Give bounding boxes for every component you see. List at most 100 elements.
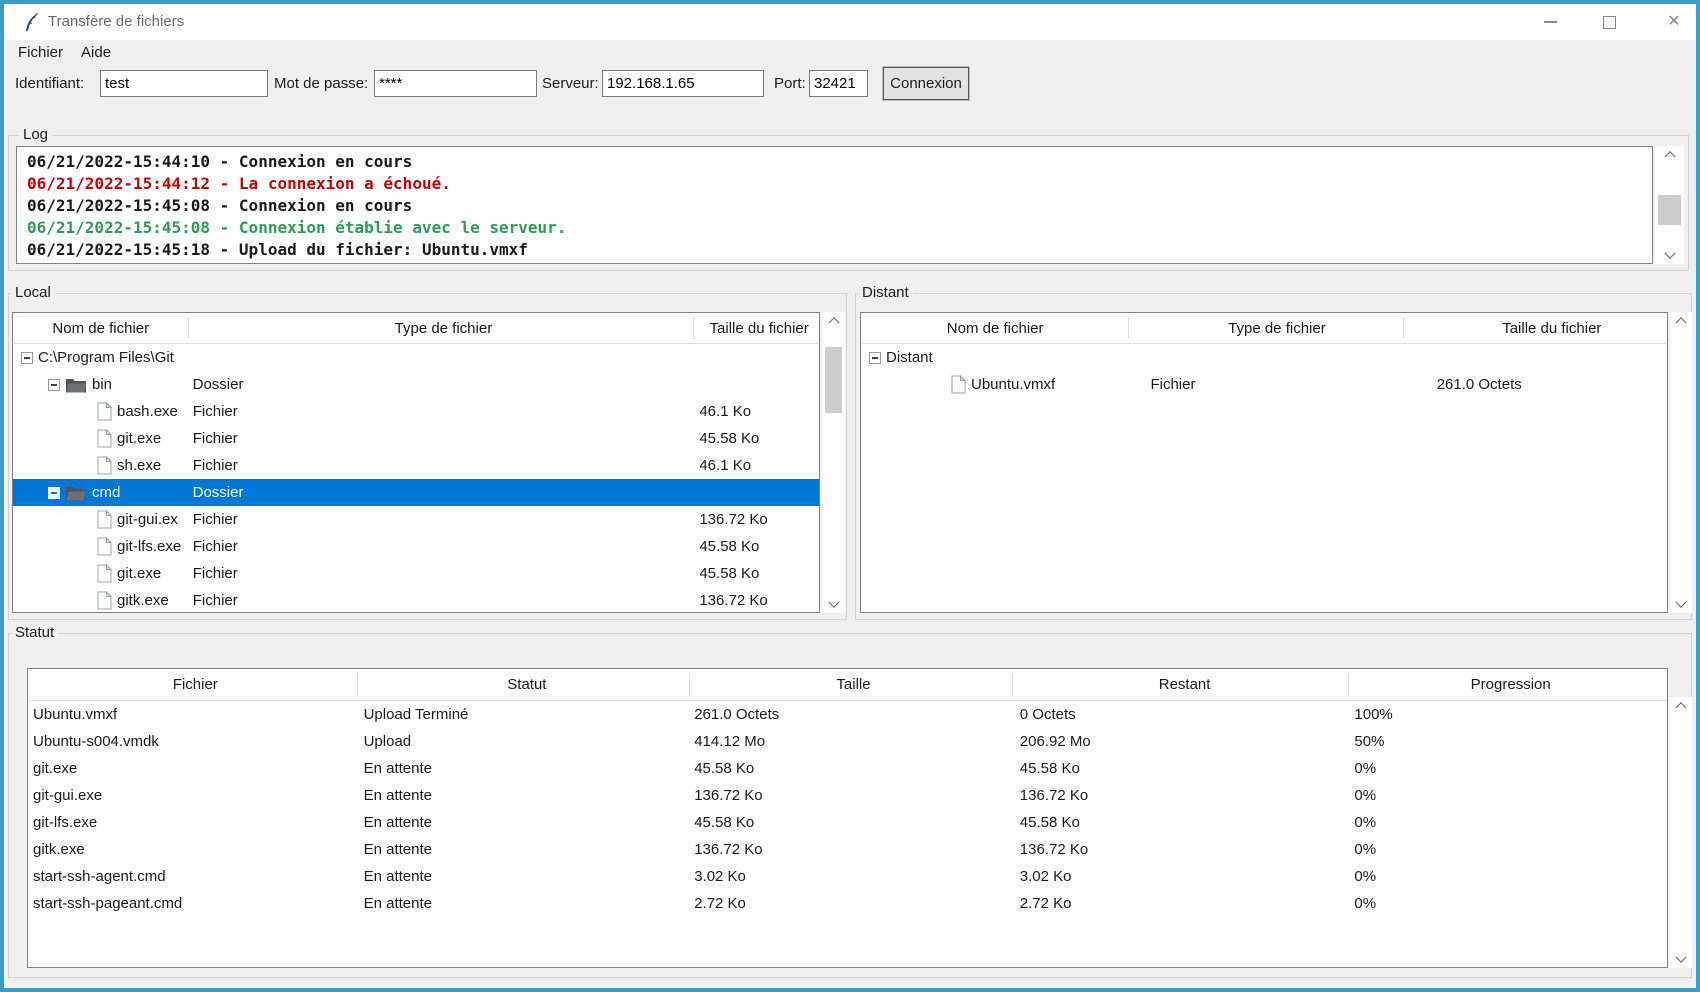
tree-cell-size bbox=[694, 479, 819, 506]
minimize-button[interactable] bbox=[1533, 7, 1567, 37]
menu-aide[interactable]: Aide bbox=[81, 44, 111, 61]
chevron-down-icon bbox=[1675, 952, 1686, 963]
tree-cell-size: 45.58 Ko bbox=[694, 533, 819, 560]
connexion-button[interactable]: Connexion bbox=[883, 67, 969, 100]
app-window: Transfère de fichiers ✕ Fichier Aide Ide… bbox=[0, 0, 1700, 992]
status-cell-size: 2.72 Ko bbox=[690, 890, 1013, 917]
status-cell-remaining: 0 Octets bbox=[1013, 701, 1350, 728]
scroll-down-arrow[interactable] bbox=[1655, 248, 1684, 264]
tree-row[interactable]: git-lfs.exeFichier45.58 Ko bbox=[13, 533, 819, 560]
column-header-restant[interactable]: Restant bbox=[1013, 669, 1350, 700]
status-cell-size: 414.12 Mo bbox=[690, 728, 1013, 755]
tree-cell-size: 45.58 Ko bbox=[694, 425, 819, 452]
menu-fichier[interactable]: Fichier bbox=[18, 44, 63, 61]
status-cell-status: En attente bbox=[358, 755, 691, 782]
column-header-taille[interactable]: Taille bbox=[690, 669, 1013, 700]
log-output[interactable]: 06/21/2022-15:44:10 - Connexion en cours… bbox=[16, 146, 1653, 264]
status-row[interactable]: git.exeEn attente45.58 Ko45.58 Ko0% bbox=[28, 755, 1667, 782]
chevron-down-icon bbox=[1664, 248, 1675, 259]
file-icon bbox=[97, 456, 112, 475]
column-header-name[interactable]: Nom de fichier bbox=[861, 313, 1129, 343]
status-row[interactable]: start-ssh-agent.cmdEn attente3.02 Ko3.02… bbox=[28, 863, 1667, 890]
tree-row[interactable]: C:\Program Files\Git bbox=[13, 344, 819, 371]
tree-row[interactable]: binDossier bbox=[13, 371, 819, 398]
close-icon: ✕ bbox=[1667, 14, 1680, 30]
log-line: 06/21/2022-15:45:08 - Connexion en cours bbox=[27, 195, 1652, 217]
status-cell-file: start-ssh-agent.cmd bbox=[28, 863, 358, 890]
status-scrollbar[interactable] bbox=[1669, 697, 1692, 968]
status-cell-progress: 0% bbox=[1349, 863, 1667, 890]
tree-row[interactable]: git.exeFichier45.58 Ko bbox=[13, 425, 819, 452]
scroll-up-arrow[interactable] bbox=[1655, 146, 1684, 162]
collapse-expander-icon[interactable] bbox=[48, 379, 60, 391]
tree-row[interactable]: Distant bbox=[861, 344, 1667, 371]
status-cell-status: En attente bbox=[358, 863, 691, 890]
server-input[interactable] bbox=[602, 70, 764, 97]
scroll-up-arrow[interactable] bbox=[1670, 312, 1692, 328]
scroll-up-arrow[interactable] bbox=[1669, 697, 1692, 713]
local-file-tree: Nom de fichier Type de fichier Taille du… bbox=[12, 312, 820, 613]
scrollbar-thumb[interactable] bbox=[1658, 195, 1681, 225]
status-table: Fichier Statut Taille Restant Progressio… bbox=[27, 668, 1668, 968]
local-scrollbar[interactable] bbox=[822, 312, 845, 613]
tree-row[interactable]: git.exeFichier45.58 Ko bbox=[13, 560, 819, 587]
collapse-expander-icon[interactable] bbox=[48, 487, 60, 499]
status-group-label: Statut bbox=[11, 624, 58, 642]
tree-cell-type: Dossier bbox=[189, 479, 695, 506]
scrollbar-thumb[interactable] bbox=[825, 347, 842, 413]
column-header-fichier[interactable]: Fichier bbox=[28, 669, 358, 700]
column-header-name[interactable]: Nom de fichier bbox=[13, 313, 189, 343]
tree-cell-size: 46.1 Ko bbox=[694, 398, 819, 425]
column-header-size[interactable]: Taille du fichier bbox=[1404, 313, 1667, 343]
column-header-statut[interactable]: Statut bbox=[358, 669, 691, 700]
status-row[interactable]: Ubuntu-s004.vmdkUpload414.12 Mo206.92 Mo… bbox=[28, 728, 1667, 755]
tree-row[interactable]: cmdDossier bbox=[13, 479, 819, 506]
collapse-expander-icon[interactable] bbox=[869, 352, 881, 364]
status-row[interactable]: start-ssh-pageant.cmdEn attente2.72 Ko2.… bbox=[28, 890, 1667, 917]
folder-icon bbox=[65, 376, 87, 393]
tree-cell-type: Fichier bbox=[189, 560, 695, 587]
status-row[interactable]: git-lfs.exeEn attente45.58 Ko45.58 Ko0% bbox=[28, 809, 1667, 836]
tree-row[interactable]: bash.exeFichier46.1 Ko bbox=[13, 398, 819, 425]
tree-row[interactable]: gitk.exeFichier136.72 Ko bbox=[13, 587, 819, 613]
local-tree-body: C:\Program Files\GitbinDossierbash.exeFi… bbox=[13, 344, 819, 613]
status-cell-status: Upload Terminé bbox=[358, 701, 691, 728]
menu-bar: Fichier Aide bbox=[4, 40, 1696, 64]
tree-row[interactable]: git-gui.exFichier136.72 Ko bbox=[13, 506, 819, 533]
status-row[interactable]: Ubuntu.vmxfUpload Terminé261.0 Octets0 O… bbox=[28, 701, 1667, 728]
status-cell-remaining: 206.92 Mo bbox=[1013, 728, 1350, 755]
column-header-progression[interactable]: Progression bbox=[1349, 669, 1667, 700]
status-cell-status: En attente bbox=[358, 782, 691, 809]
remote-scrollbar[interactable] bbox=[1670, 312, 1692, 613]
file-name-label: Distant bbox=[886, 349, 933, 366]
status-cell-progress: 50% bbox=[1349, 728, 1667, 755]
column-header-size[interactable]: Taille du fichier bbox=[694, 313, 819, 343]
maximize-button[interactable] bbox=[1592, 7, 1626, 37]
collapse-expander-icon[interactable] bbox=[21, 352, 33, 364]
scroll-down-arrow[interactable] bbox=[1669, 952, 1692, 968]
status-cell-file: gitk.exe bbox=[28, 836, 358, 863]
minimize-icon bbox=[1544, 21, 1557, 23]
scroll-down-arrow[interactable] bbox=[1670, 597, 1692, 613]
remote-tree-body: Distant Ubuntu.vmxfFichier261.0 Octets bbox=[861, 344, 1667, 398]
scroll-up-arrow[interactable] bbox=[822, 312, 845, 328]
column-header-type[interactable]: Type de fichier bbox=[1129, 313, 1403, 343]
close-button[interactable]: ✕ bbox=[1657, 7, 1691, 37]
column-header-type[interactable]: Type de fichier bbox=[189, 313, 695, 343]
file-icon bbox=[97, 591, 112, 610]
status-table-body: Ubuntu.vmxfUpload Terminé261.0 Octets0 O… bbox=[28, 701, 1667, 917]
log-scrollbar[interactable] bbox=[1655, 146, 1684, 264]
tree-cell-size bbox=[694, 371, 819, 398]
port-input[interactable] bbox=[809, 70, 868, 97]
identifiant-input[interactable] bbox=[100, 70, 268, 97]
status-row[interactable]: git-gui.exeEn attente136.72 Ko136.72 Ko0… bbox=[28, 782, 1667, 809]
log-line: 06/21/2022-15:45:18 - Upload du fichier:… bbox=[27, 239, 1652, 261]
scroll-down-arrow[interactable] bbox=[822, 597, 845, 613]
password-input[interactable] bbox=[374, 70, 537, 97]
status-cell-remaining: 45.58 Ko bbox=[1013, 809, 1350, 836]
status-row[interactable]: gitk.exeEn attente136.72 Ko136.72 Ko0% bbox=[28, 836, 1667, 863]
status-cell-size: 261.0 Octets bbox=[690, 701, 1013, 728]
status-cell-progress: 0% bbox=[1349, 809, 1667, 836]
tree-row[interactable]: Ubuntu.vmxfFichier261.0 Octets bbox=[861, 371, 1667, 398]
tree-row[interactable]: sh.exeFichier46.1 Ko bbox=[13, 452, 819, 479]
